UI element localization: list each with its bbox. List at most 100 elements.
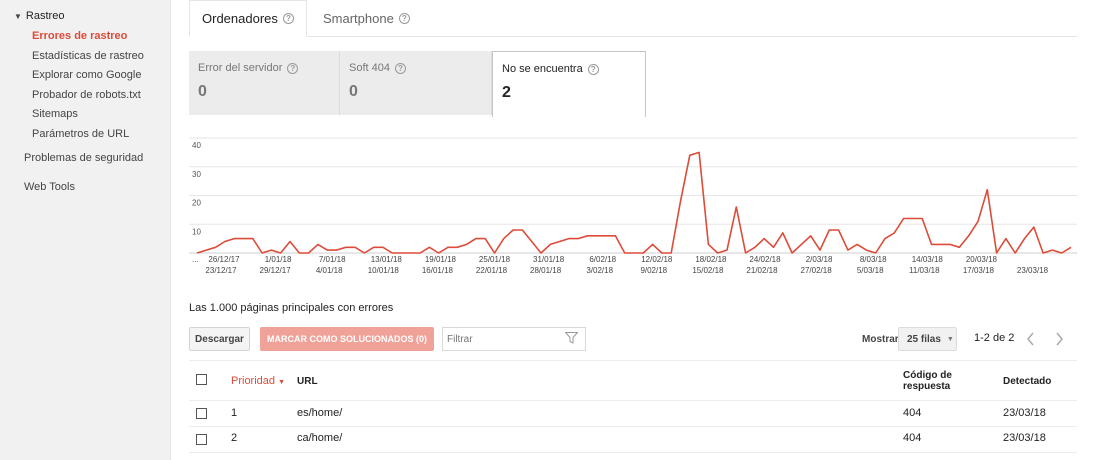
- detected-column-header[interactable]: Detectado: [1003, 376, 1051, 387]
- filter-field[interactable]: [442, 327, 586, 351]
- help-icon[interactable]: ?: [287, 62, 299, 74]
- card-server-error[interactable]: Error del servidor? 0: [189, 51, 340, 115]
- help-icon[interactable]: ?: [587, 63, 599, 75]
- card-value: 0: [349, 83, 358, 100]
- x-tick-label: 29/12/17: [260, 266, 292, 275]
- next-page-button[interactable]: [1047, 327, 1071, 351]
- tab-label: Smartphone: [323, 11, 394, 26]
- x-tick-label: 27/02/18: [801, 266, 833, 275]
- tab-smartphone[interactable]: Smartphone ?: [311, 0, 422, 37]
- row-url[interactable]: es/home/: [297, 407, 342, 419]
- sidebar-item-seguridad[interactable]: Problemas de seguridad: [24, 152, 143, 164]
- y-tick-label: 10: [192, 227, 201, 236]
- row-detected: 23/03/18: [1003, 432, 1046, 444]
- row-priority: 2: [231, 432, 238, 444]
- table-row-divider: [189, 400, 1077, 401]
- sidebar-item-explorar[interactable]: Explorar como Google: [32, 69, 141, 81]
- code-column-header[interactable]: Código de respuesta: [903, 370, 952, 392]
- x-tick-label: 4/01/18: [316, 266, 343, 275]
- triangle-down-icon: ▼: [14, 11, 22, 21]
- help-icon[interactable]: ?: [398, 13, 410, 24]
- help-icon[interactable]: ?: [394, 62, 406, 74]
- x-tick-label: 18/02/18: [695, 255, 727, 264]
- x-tick-label: 10/01/18: [368, 266, 400, 275]
- sidebar-item-errores[interactable]: Errores de rastreo: [32, 30, 127, 42]
- table-row-divider: [189, 426, 1077, 427]
- mark-fixed-button[interactable]: MARCAR COMO SOLUCIONADOS (0): [260, 327, 434, 351]
- sidebar-item-robots[interactable]: Probador de robots.txt: [32, 89, 141, 101]
- y-tick-label: 20: [192, 199, 201, 208]
- x-tick-label: 26/12/17: [208, 255, 240, 264]
- card-label: Soft 404: [349, 62, 390, 74]
- x-tick-label: 16/01/18: [422, 266, 454, 275]
- x-tick-label: 22/01/18: [476, 266, 508, 275]
- x-tick-label: 5/03/18: [857, 266, 884, 275]
- sidebar-item-sitemaps[interactable]: Sitemaps: [32, 108, 78, 120]
- sidebar-section-rastreo[interactable]: ▼ Rastreo: [14, 10, 64, 22]
- filter-icon: [565, 332, 578, 344]
- device-tabs: Ordenadores ? Smartphone ?: [189, 0, 1077, 37]
- x-tick-label: 17/03/18: [963, 266, 995, 275]
- table-header-divider: [189, 360, 1077, 361]
- sidebar-section-label: Rastreo: [25, 10, 65, 22]
- x-tick-label: 21/02/18: [746, 266, 778, 275]
- x-tick-label: 1/01/18: [265, 255, 292, 264]
- series-line: [196, 151, 1072, 254]
- help-icon[interactable]: ?: [282, 13, 294, 24]
- url-column-header[interactable]: URL: [297, 376, 318, 387]
- row-detected: 23/03/18: [1003, 407, 1046, 419]
- error-type-cards: Error del servidor? 0 Soft 404? 0 No se …: [189, 51, 646, 117]
- prev-page-button[interactable]: [1019, 327, 1043, 351]
- sidebar-item-estadisticas[interactable]: Estadísticas de rastreo: [32, 50, 144, 62]
- x-tick-label: 7/01/18: [319, 255, 346, 264]
- row-checkbox[interactable]: [196, 434, 207, 445]
- y-tick-label: 30: [192, 170, 201, 179]
- show-label: Mostrar: [862, 334, 899, 345]
- row-url[interactable]: ca/home/: [297, 432, 342, 444]
- filter-input[interactable]: [443, 328, 563, 350]
- select-all-checkbox[interactable]: [196, 374, 207, 385]
- tab-label: Ordenadores: [202, 11, 278, 26]
- rows-per-page-value: 25 filas: [907, 333, 941, 345]
- tab-ordenadores[interactable]: Ordenadores ?: [189, 0, 307, 37]
- sidebar-item-parametros[interactable]: Parámetros de URL: [32, 128, 129, 140]
- download-button[interactable]: Descargar: [189, 327, 250, 351]
- code-header-line1: Código de: [903, 370, 952, 381]
- sort-down-icon: ▼: [278, 379, 286, 386]
- code-header-line2: respuesta: [903, 381, 951, 392]
- x-tick-label: 14/03/18: [912, 255, 944, 264]
- x-tick-label: 9/02/18: [640, 266, 667, 275]
- x-tick-label: 13/01/18: [371, 255, 403, 264]
- priority-column-header[interactable]: Prioridad ▼: [231, 375, 285, 387]
- table-title: Las 1.000 páginas principales con errore…: [189, 302, 394, 314]
- row-checkbox[interactable]: [196, 408, 207, 419]
- sidebar-item-web-tools[interactable]: Web Tools: [24, 181, 75, 193]
- x-tick-label: 28/01/18: [530, 266, 562, 275]
- x-tick-label: 19/01/18: [425, 255, 457, 264]
- x-tick-label: 23/12/17: [205, 266, 237, 275]
- sidebar: ▼ Rastreo Errores de rastreo Estadística…: [0, 0, 171, 460]
- rows-per-page-select[interactable]: 25 filas ▼: [898, 327, 957, 351]
- x-tick-label: 23/03/18: [1017, 266, 1049, 275]
- table-row-divider: [189, 452, 1077, 453]
- x-tick-label: 6/02/18: [589, 255, 616, 264]
- x-tick-label: 11/03/18: [909, 266, 940, 275]
- priority-header-label: Prioridad: [231, 375, 276, 387]
- x-tick-label: 8/03/18: [860, 255, 887, 264]
- x-tick-label: 15/02/18: [692, 266, 724, 275]
- row-priority: 1: [231, 407, 238, 419]
- x-tick-label: 20/03/18: [966, 255, 998, 264]
- x-tick-label: 24/02/18: [749, 255, 781, 264]
- x-tick-label: 25/01/18: [479, 255, 511, 264]
- x-tick-label: 12/02/18: [641, 255, 673, 264]
- card-value: 2: [502, 84, 511, 101]
- x-tick-ellipsis: ...: [192, 255, 199, 264]
- card-label: No se encuentra: [502, 63, 583, 75]
- card-label: Error del servidor: [198, 62, 283, 74]
- pager-text: 1-2 de 2: [974, 332, 1015, 344]
- row-code: 404: [903, 432, 922, 444]
- x-tick-label: 3/02/18: [586, 266, 613, 275]
- card-soft-404[interactable]: Soft 404? 0: [340, 51, 492, 115]
- card-not-found[interactable]: No se encuentra? 2: [492, 51, 646, 117]
- chevron-right-icon: [1056, 332, 1063, 346]
